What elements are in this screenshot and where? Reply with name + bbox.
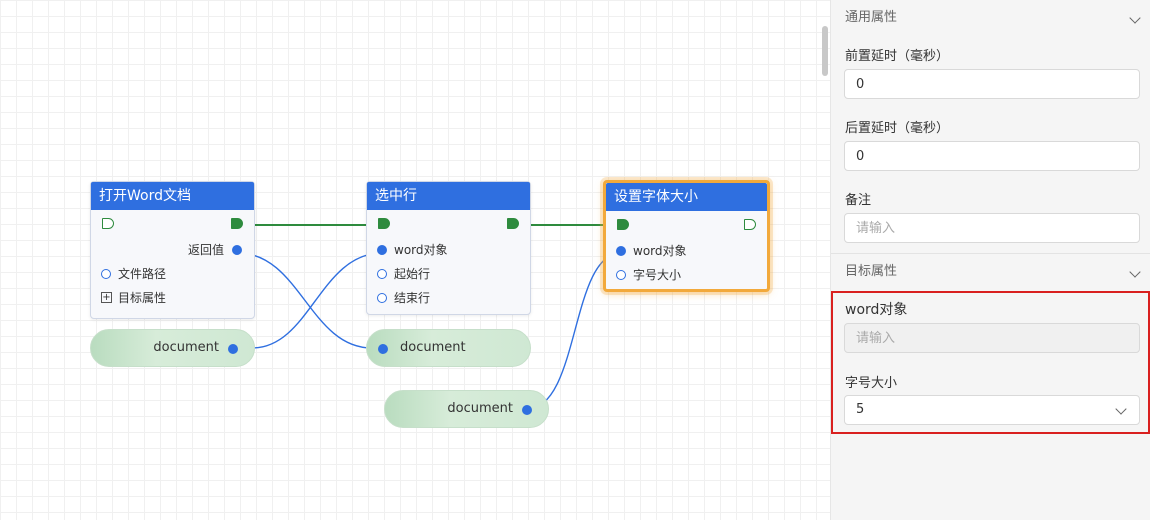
port-dot[interactable]: [616, 270, 626, 280]
target-props-header[interactable]: 目标属性: [831, 254, 1150, 290]
data-edge: [251, 252, 383, 349]
flow-out-port[interactable]: [507, 218, 519, 229]
input-port-file-path[interactable]: 文件路径: [91, 262, 254, 286]
node-title: 设置字体大小: [606, 183, 767, 211]
variable-label: document: [447, 401, 513, 416]
flow-in-port[interactable]: [617, 219, 629, 230]
chevron-down-icon: [1115, 403, 1127, 415]
flow-out-port[interactable]: [744, 219, 756, 230]
port-dot[interactable]: [378, 344, 388, 354]
field-label-word-object: word对象: [845, 302, 908, 318]
flow-out-port[interactable]: [231, 218, 243, 229]
word-object-input[interactable]: [844, 323, 1140, 353]
flow-canvas[interactable]: 打开Word文档 返回值 文件路径 + 目标属性 选中行 word对象 起始行 …: [0, 0, 830, 520]
port-label: 字号大小: [633, 268, 682, 282]
section-title: 目标属性: [845, 264, 898, 279]
field-label-pre-delay: 前置延时（毫秒）: [845, 49, 950, 64]
field-label-post-delay: 后置延时（毫秒）: [845, 121, 950, 136]
input-port-word-object[interactable]: word对象: [606, 239, 767, 263]
port-label: word对象: [633, 244, 687, 258]
flow-in-port[interactable]: [378, 218, 390, 229]
expand-target-props[interactable]: + 目标属性: [91, 286, 254, 312]
input-port-start-row[interactable]: 起始行: [367, 262, 530, 286]
remark-input[interactable]: [844, 213, 1140, 243]
port-dot[interactable]: [377, 293, 387, 303]
port-label: 文件路径: [118, 267, 167, 281]
port-dot[interactable]: [616, 246, 626, 256]
node-open-word-doc[interactable]: 打开Word文档 返回值 文件路径 + 目标属性: [90, 181, 255, 319]
node-title: 选中行: [367, 182, 530, 210]
output-port-return-value[interactable]: 返回值: [91, 238, 254, 262]
select-value: 5: [856, 402, 865, 417]
variable-document[interactable]: document: [90, 329, 255, 367]
canvas-scrollbar[interactable]: [822, 26, 828, 76]
port-dot[interactable]: [522, 405, 532, 415]
chevron-down-icon[interactable]: [1129, 12, 1141, 24]
input-port-font-size[interactable]: 字号大小: [606, 263, 767, 287]
node-set-font-size[interactable]: 设置字体大小 word对象 字号大小: [603, 180, 770, 292]
post-delay-input[interactable]: [844, 141, 1140, 171]
input-port-word-object[interactable]: word对象: [367, 238, 530, 262]
port-label: word对象: [394, 243, 448, 257]
properties-panel: 通用属性 前置延时（毫秒） 后置延时（毫秒） 备注 目标属性 word对象 字号…: [830, 0, 1150, 520]
chevron-down-icon[interactable]: [1129, 266, 1141, 278]
node-title: 打开Word文档: [91, 182, 254, 210]
field-label-font-size: 字号大小: [845, 376, 898, 391]
field-label-remark: 备注: [845, 193, 872, 208]
port-dot[interactable]: [232, 245, 242, 255]
flow-row: [367, 210, 530, 238]
variable-label: document: [400, 340, 466, 355]
general-props-header[interactable]: 通用属性: [831, 0, 1150, 36]
expand-plus-icon[interactable]: +: [101, 292, 112, 303]
port-dot[interactable]: [377, 269, 387, 279]
port-dot[interactable]: [228, 344, 238, 354]
port-label: 结束行: [394, 291, 431, 305]
port-dot[interactable]: [377, 245, 387, 255]
font-size-select[interactable]: 5: [844, 395, 1140, 425]
node-select-row[interactable]: 选中行 word对象 起始行 结束行: [366, 181, 531, 315]
port-dot[interactable]: [101, 269, 111, 279]
port-label: 返回值: [187, 243, 224, 257]
flow-row: [91, 210, 254, 238]
variable-label: document: [153, 340, 219, 355]
flow-in-port[interactable]: [102, 218, 114, 229]
section-title: 通用属性: [845, 10, 898, 25]
port-label: 起始行: [394, 267, 431, 281]
input-port-end-row[interactable]: 结束行: [367, 286, 530, 310]
flow-row: [606, 211, 767, 239]
expand-label: 目标属性: [118, 291, 167, 305]
variable-document[interactable]: document: [366, 329, 531, 367]
data-edge: [237, 252, 373, 349]
pre-delay-input[interactable]: [844, 69, 1140, 99]
variable-document[interactable]: document: [384, 390, 549, 428]
